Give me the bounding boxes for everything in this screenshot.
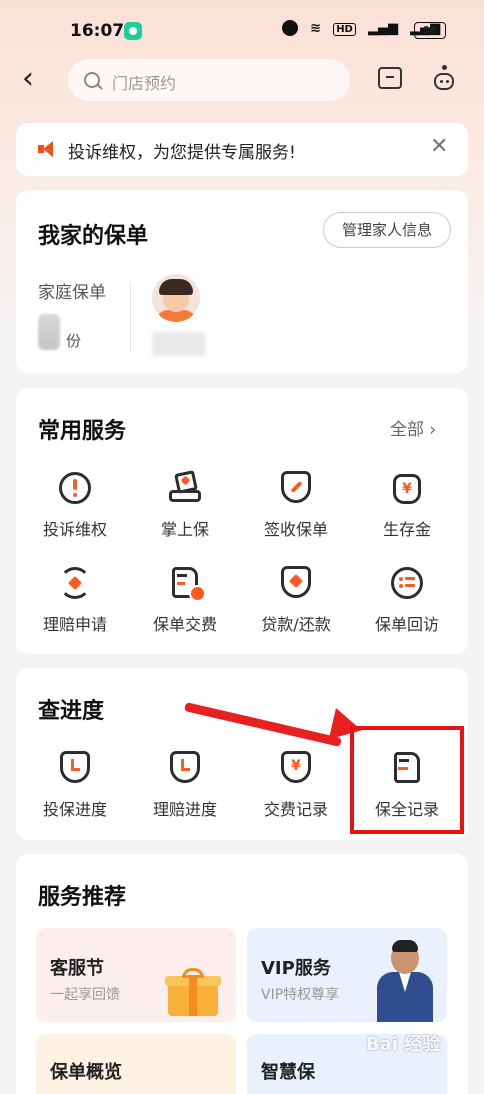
- close-icon[interactable]: ✕: [430, 134, 448, 159]
- tile-vip-service[interactable]: VIP服务 VIP特权尊享: [247, 928, 447, 1022]
- shield-loan-icon: [278, 565, 314, 601]
- gift-icon: [165, 968, 221, 1016]
- policy-count-blurred: [38, 314, 60, 350]
- list-circle-icon: [389, 565, 425, 601]
- family-policy-label: 家庭保单: [38, 283, 106, 303]
- divider: [130, 282, 131, 352]
- tile-subtitle: 一起享回馈: [50, 987, 120, 1003]
- shield-clock-icon: [167, 750, 203, 786]
- status-time: 16:07: [70, 21, 125, 41]
- manage-family-button[interactable]: 管理家人信息: [323, 212, 451, 248]
- back-icon[interactable]: ‹: [22, 64, 44, 95]
- tile-title: 智慧保: [261, 1062, 315, 1083]
- search-placeholder: 门店预约: [112, 74, 177, 93]
- progress-application[interactable]: 投保进度: [20, 750, 130, 820]
- progress-payment-record[interactable]: ¥ 交费记录: [241, 750, 351, 820]
- app-notification-icon: [124, 22, 142, 40]
- speaker-icon: [38, 141, 58, 157]
- tile-title: VIP服务: [261, 958, 331, 979]
- status-bar: 16:07 ≋ HD ▂▄▆ ▂▄▆ 96: [0, 0, 484, 60]
- nav-bar: ‹ 门店预约: [0, 55, 484, 107]
- member-name-blurred: [152, 332, 206, 356]
- policy-title: 我家的保单: [38, 224, 149, 249]
- tile-title: 客服节: [50, 958, 104, 979]
- view-all-link[interactable]: 全部 ›: [390, 415, 436, 440]
- signal-1-icon: ▂▄▆: [368, 20, 398, 36]
- search-input[interactable]: 门店预约: [68, 59, 350, 101]
- hd-icon: HD: [333, 22, 356, 36]
- battery-icon: 96: [414, 22, 446, 39]
- tile-policy-overview[interactable]: 保单概览: [36, 1034, 236, 1094]
- service-label: 保单回访: [374, 615, 439, 634]
- progress-claim[interactable]: 理赔进度: [130, 750, 240, 820]
- service-label: 理赔申请: [42, 615, 107, 634]
- service-label: 掌上保: [160, 520, 209, 539]
- message-icon[interactable]: [378, 67, 402, 89]
- annotation-highlight-box: [350, 726, 464, 834]
- document-pay-icon: [167, 565, 206, 602]
- tile-service-festival[interactable]: 客服节 一起享回馈: [36, 928, 236, 1022]
- policy-count-unit: 份: [66, 332, 82, 350]
- service-label: 生存金: [382, 520, 431, 539]
- search-icon: [84, 72, 100, 88]
- progress-title: 查进度: [38, 699, 105, 724]
- common-services-title: 常用服务: [38, 419, 127, 444]
- shield-clock-icon: [57, 750, 93, 786]
- robot-service-icon[interactable]: [430, 65, 458, 93]
- wifi-icon: ≋: [310, 20, 322, 36]
- service-complaint[interactable]: 投诉维权: [20, 470, 130, 540]
- service-label: 保单交费: [152, 615, 217, 634]
- alert-circle-icon: [57, 470, 93, 506]
- progress-label: 投保进度: [42, 800, 107, 819]
- alarm-icon: [282, 20, 298, 36]
- shield-pen-icon: [278, 470, 314, 506]
- service-claim-apply[interactable]: 理赔申请: [20, 565, 130, 635]
- tile-title: 保单概览: [50, 1062, 122, 1083]
- service-label: 签收保单: [263, 520, 328, 539]
- progress-label: 理赔进度: [152, 800, 217, 819]
- common-services-card: 常用服务 全部 › 投诉维权 掌上保 签收保单 ¥ 生存金 理赔申请 保单交费 …: [16, 388, 468, 654]
- shield-yen-icon: ¥: [278, 750, 314, 786]
- service-loan-repay[interactable]: 贷款/还款: [241, 565, 351, 635]
- progress-label: 交费记录: [263, 800, 328, 819]
- vip-person-image: [375, 940, 435, 1022]
- recommend-card: 服务推荐 客服节 一起享回馈 VIP服务 VIP特权尊享 保单概览 智慧保: [16, 854, 468, 1094]
- watermark: Bai 经验: [366, 1034, 441, 1055]
- recommend-title: 服务推荐: [38, 885, 127, 910]
- refresh-claim-icon: [57, 565, 93, 601]
- service-sign-policy[interactable]: 签收保单: [241, 470, 351, 540]
- money-bag-icon: ¥: [389, 470, 425, 506]
- service-label: 贷款/还款: [261, 615, 331, 634]
- service-mobile-insurance[interactable]: 掌上保: [130, 470, 240, 540]
- family-policy-card: 我家的保单 管理家人信息 家庭保单 份: [16, 190, 468, 373]
- service-survival-fund[interactable]: ¥ 生存金: [352, 470, 462, 540]
- view-all-label: 全部: [390, 420, 424, 440]
- notice-banner[interactable]: 投诉维权，为您提供专属服务! ✕: [16, 123, 468, 176]
- hand-document-icon: [167, 470, 203, 506]
- avatar[interactable]: [152, 274, 200, 322]
- tile-subtitle: VIP特权尊享: [261, 987, 340, 1003]
- service-label: 投诉维权: [42, 520, 107, 539]
- service-policy-revisit[interactable]: 保单回访: [352, 565, 462, 635]
- service-policy-payment[interactable]: 保单交费: [130, 565, 240, 635]
- notice-text: 投诉维权，为您提供专属服务!: [68, 143, 296, 163]
